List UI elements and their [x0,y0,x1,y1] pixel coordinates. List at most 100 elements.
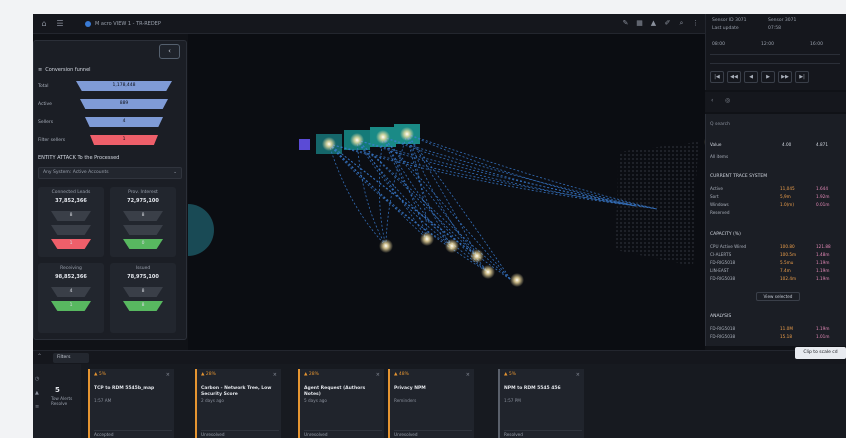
pencil-icon[interactable]: ✐ [662,18,673,29]
graph-edge [356,139,637,207]
back-icon[interactable]: ‹ [711,97,713,104]
metric-card[interactable]: Receiving 98,852,366 4 1 [38,263,104,333]
alert-badge: ▲ 48% [394,372,409,377]
metric-card[interactable]: Connected Leads 37,852,366 8 1 [38,187,104,257]
alert-card[interactable]: ▲ 5% × NPM to RDM 5545 456 1:57 PM Resolved [498,369,584,438]
graph-node[interactable] [510,273,524,287]
data-row[interactable]: CPU Active Wired 100.80 121.88 [710,244,840,250]
graph-edge [379,136,387,247]
collapse-panel-button[interactable]: ‹ [159,44,180,59]
metric-card[interactable]: Issued 78,975,100 8 8 [110,263,176,333]
data-row[interactable]: CI-ALERTS 100.5m 1.48m [710,252,840,258]
alert-status-select[interactable]: Unresolved [394,430,472,438]
graph-edge [406,133,637,207]
close-icon[interactable]: × [376,372,380,378]
close-icon[interactable]: × [166,372,170,378]
data-row[interactable]: FD-RIG5038 102.4m 1.19m [710,276,840,282]
data-row[interactable]: FD-RIG5038 15.18 1.01m [710,334,840,340]
metric-trap: 1 [51,239,91,249]
top-bar: ⌂ ☰ M acro VIEW 1 - TR-REDEP ✎ ▦ ▲ ✐ ⌕ ⋮ [33,14,705,34]
alert-card[interactable]: ▲ 5% × TCP to RDM 5545b_map 1:57 AM Accepted [88,369,174,438]
close-icon[interactable]: × [273,372,277,378]
data-row[interactable]: Sort 5,9m 1.92m [710,194,840,200]
connect-button[interactable]: Clip to scale cd [795,347,846,359]
more-icon[interactable]: ⋮ [690,18,701,29]
metric-trap: 8 [123,301,163,311]
menu-icon[interactable]: ☰ [55,19,65,29]
funnel-row[interactable]: Sellers 4 [38,117,163,127]
alert-status-select[interactable]: Accepted [94,430,172,438]
alert-status-select[interactable]: Unresolved [304,430,382,438]
alerts-tray: ◷ ▲ ≡ 5 Tow Alerts Resolve ▲ 5% × TCP to R… [33,364,846,438]
data-row[interactable]: LIN-EAST 7.4m 1.19m [710,268,840,274]
row-value: 100.80 [780,244,795,249]
metric-card[interactable]: Prov. Interest 72,975,100 8 0 [110,187,176,257]
data-row[interactable]: Active 11,045 1.644 [710,186,840,192]
update-time: 07:58 [768,26,781,31]
search-input[interactable]: Q search [710,122,730,127]
filter-select[interactable]: Any System: Active Accounts ⌄ [38,167,182,179]
row-value: 1.19m [816,326,830,331]
graph-node[interactable] [350,133,364,147]
tab-filters[interactable]: Filters [53,353,89,363]
graph-viewport[interactable] [188,34,705,350]
row-name: FD-RIG5018 [710,326,736,331]
alert-card[interactable]: ▲ 28% × Agent Request (Authors Notes) 5 day… [298,369,384,438]
funnel-bar: 4 [85,117,163,127]
skip-end-button[interactable]: ▶| [795,71,809,83]
close-icon[interactable]: × [466,372,470,378]
search-icon[interactable]: ⌕ [676,18,687,29]
skip-start-button[interactable]: |◀ [710,71,724,83]
edit-icon[interactable]: ✎ [620,18,631,29]
alert-status-select[interactable]: Resolved [504,430,582,438]
home-icon[interactable]: ⌂ [39,19,49,29]
section-title: ENTITY ATTACK To the Processed [38,155,120,161]
alert-title: TCP to RDM 5545b_map [94,386,155,391]
data-row[interactable]: FD-RIG5018 11.0M 1.19m [710,326,840,332]
bottom-bar: ⌃ Filters [33,350,846,364]
funnel-label: Active [38,101,52,107]
alert-badge: ▲ 28% [201,372,216,377]
funnel-row[interactable]: Total 1,178,448 [38,81,172,91]
graph-edge [382,136,658,210]
step-back-button[interactable]: ◀ [744,71,758,83]
data-row[interactable]: Windows 1.0(m) 0.01m [710,202,840,208]
metric-card-value: 78,975,100 [127,274,159,280]
play-button[interactable]: ▶ [761,71,775,83]
grid-icon[interactable]: ▦ [634,18,645,29]
alert-status-select[interactable]: Unresolved [201,430,279,438]
alert-title: Carbon - Network Tree, Low Security Scor… [201,386,272,397]
graph-node[interactable] [481,265,495,279]
rewind-button[interactable]: ◀◀ [727,71,741,83]
graph-node[interactable] [376,130,390,144]
graph-node[interactable] [400,127,414,141]
timeline-track[interactable] [710,54,840,64]
graph-node[interactable] [420,232,434,246]
alert-card[interactable]: ▲ 48% × Privacy NPM Reminders Unresolved [388,369,474,438]
row-name: FD-RIG5018 [710,260,736,265]
target-icon[interactable]: ◎ [725,97,730,104]
graph-node[interactable] [322,137,336,151]
chevron-down-icon: ⌄ [173,170,177,175]
warning-icon[interactable]: ▲ [648,18,659,29]
view-selected-button[interactable]: View selected [756,292,800,301]
alert-card[interactable]: ▲ 28% × Carbon - Network Tree, Low Securit… [195,369,281,438]
data-row[interactable]: FD-RIG5018 5.5mu 1.19m [710,260,840,266]
row-value: 1.19m [816,276,830,281]
breadcrumb[interactable]: M acro VIEW 1 - TR-REDEP [85,19,161,29]
graph-node[interactable] [379,239,393,253]
funnel-row[interactable]: Active 889 [38,99,168,109]
graph-node[interactable] [445,239,459,253]
funnel-row[interactable]: Filter sellers 1 [38,135,158,145]
section-title: CAPACITY (%) [710,232,741,237]
graph-node[interactable] [470,249,484,263]
source-node[interactable] [299,139,310,150]
forward-button[interactable]: ▶▶ [778,71,792,83]
network-graph[interactable] [188,34,705,350]
collapse-icon[interactable]: ⌃ [37,353,42,360]
section-title: ANALYSIS [710,314,732,319]
data-row[interactable]: Reserved [710,210,840,216]
metric-card-title: Issued [135,266,151,271]
value-header: Value 4.00 4.871 [710,142,840,148]
close-icon[interactable]: × [576,372,580,378]
